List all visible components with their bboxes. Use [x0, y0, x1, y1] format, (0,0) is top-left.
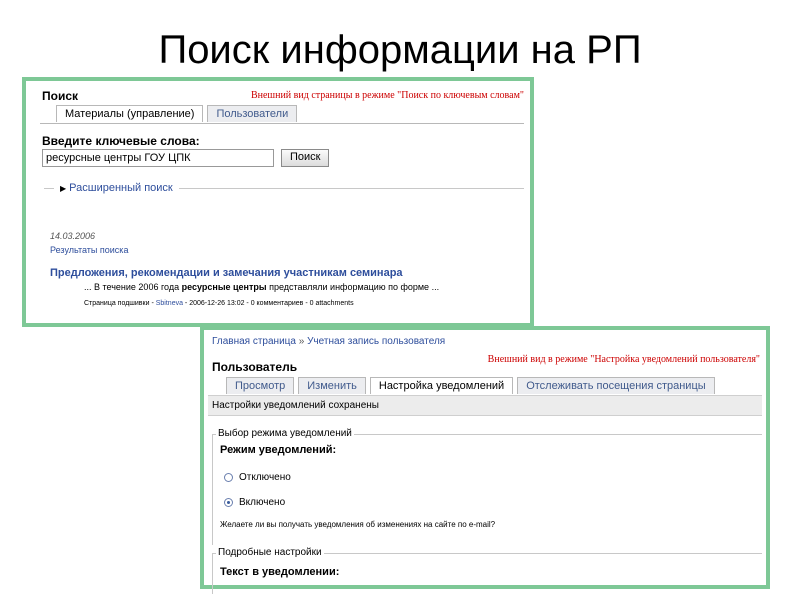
expand-triangle-icon[interactable]: ▶ — [60, 184, 66, 193]
search-button[interactable]: Поиск — [281, 149, 330, 167]
result-snippet: ... В течение 2006 года ресурсные центры… — [84, 282, 439, 292]
advanced-search-link[interactable]: Расширенный поиск — [69, 182, 173, 194]
result-title-link[interactable]: Предложения, рекомендации и замечания уч… — [50, 267, 403, 279]
email-question: Желаете ли вы получать уведомления об из… — [220, 520, 496, 529]
notification-screenshot-panel: Главная страница » Учетная запись пользо… — [200, 326, 770, 594]
snippet-highlight: ресурсные центры — [181, 282, 267, 292]
divider-right — [178, 187, 524, 189]
tab-divider — [40, 123, 524, 124]
meta-user-link[interactable]: Sbitneva — [156, 300, 183, 307]
keywords-input[interactable]: ресурсные центры ГОУ ЦПК — [42, 149, 274, 167]
details-legend: Подробные настройки — [216, 547, 324, 558]
result-meta: Страница подшивки - Sbitneva - 2006-12-2… — [84, 300, 354, 307]
option-off-row[interactable]: Отключено — [224, 472, 291, 483]
notify-mode-note: Внешний вид в режиме "Настройка уведомле… — [487, 354, 760, 365]
snippet-prefix: ... В течение 2006 года — [84, 282, 182, 292]
meta-prefix: Страница подшивки - — [84, 300, 156, 307]
option-off-label: Отключено — [239, 472, 291, 483]
tab-view[interactable]: Просмотр — [226, 377, 295, 394]
tab-notification-settings[interactable]: Настройка уведомлений — [369, 377, 514, 394]
divider-left — [44, 187, 54, 189]
user-tabs: Просмотр Изменить Настройка уведомлений … — [226, 377, 715, 394]
radio-on[interactable] — [224, 498, 233, 507]
search-tabs: Материалы (управление) Пользователи — [56, 105, 298, 122]
option-on-label: Включено — [239, 497, 286, 508]
tab-users[interactable]: Пользователи — [207, 105, 298, 122]
search-mode-note: Внешний вид страницы в режиме "Поиск по … — [250, 90, 524, 101]
advanced-search-row: ▶ Расширенный поиск — [44, 182, 524, 194]
breadcrumb: Главная страница » Учетная запись пользо… — [212, 336, 445, 347]
text-label: Текст в уведомлении: — [220, 566, 340, 578]
slide-title: Поиск информации на РП — [158, 28, 642, 72]
breadcrumb-account-link[interactable]: Учетная запись пользователя — [307, 336, 445, 347]
meta-suffix: - 2006-12-26 13:02 - 0 комментариев - 0 … — [182, 300, 354, 307]
breadcrumb-separator: » — [298, 336, 305, 347]
mode-label: Режим уведомлений: — [220, 444, 337, 456]
search-screenshot-panel: Поиск Внешний вид страницы в режиме "Пои… — [22, 77, 534, 327]
tab-track-visits[interactable]: Отслеживать посещения страницы — [517, 377, 715, 394]
saved-status-message: Настройки уведомлений сохранены — [208, 395, 762, 416]
radio-off[interactable] — [224, 473, 233, 482]
tab-edit[interactable]: Изменить — [298, 377, 366, 394]
result-date: 14.03.2006 — [50, 231, 96, 241]
search-heading: Поиск — [42, 89, 79, 103]
keywords-label: Введите ключевые слова: — [42, 134, 200, 148]
tab-materials[interactable]: Материалы (управление) — [56, 105, 204, 122]
user-heading: Пользователь — [212, 360, 298, 374]
snippet-suffix: представляли информацию по форме ... — [266, 282, 440, 292]
search-results-link[interactable]: Результаты поиска — [50, 245, 128, 255]
breadcrumb-home-link[interactable]: Главная страница — [212, 336, 296, 347]
option-on-row[interactable]: Включено — [224, 497, 285, 508]
mode-legend: Выбор режима уведомлений — [216, 428, 354, 439]
